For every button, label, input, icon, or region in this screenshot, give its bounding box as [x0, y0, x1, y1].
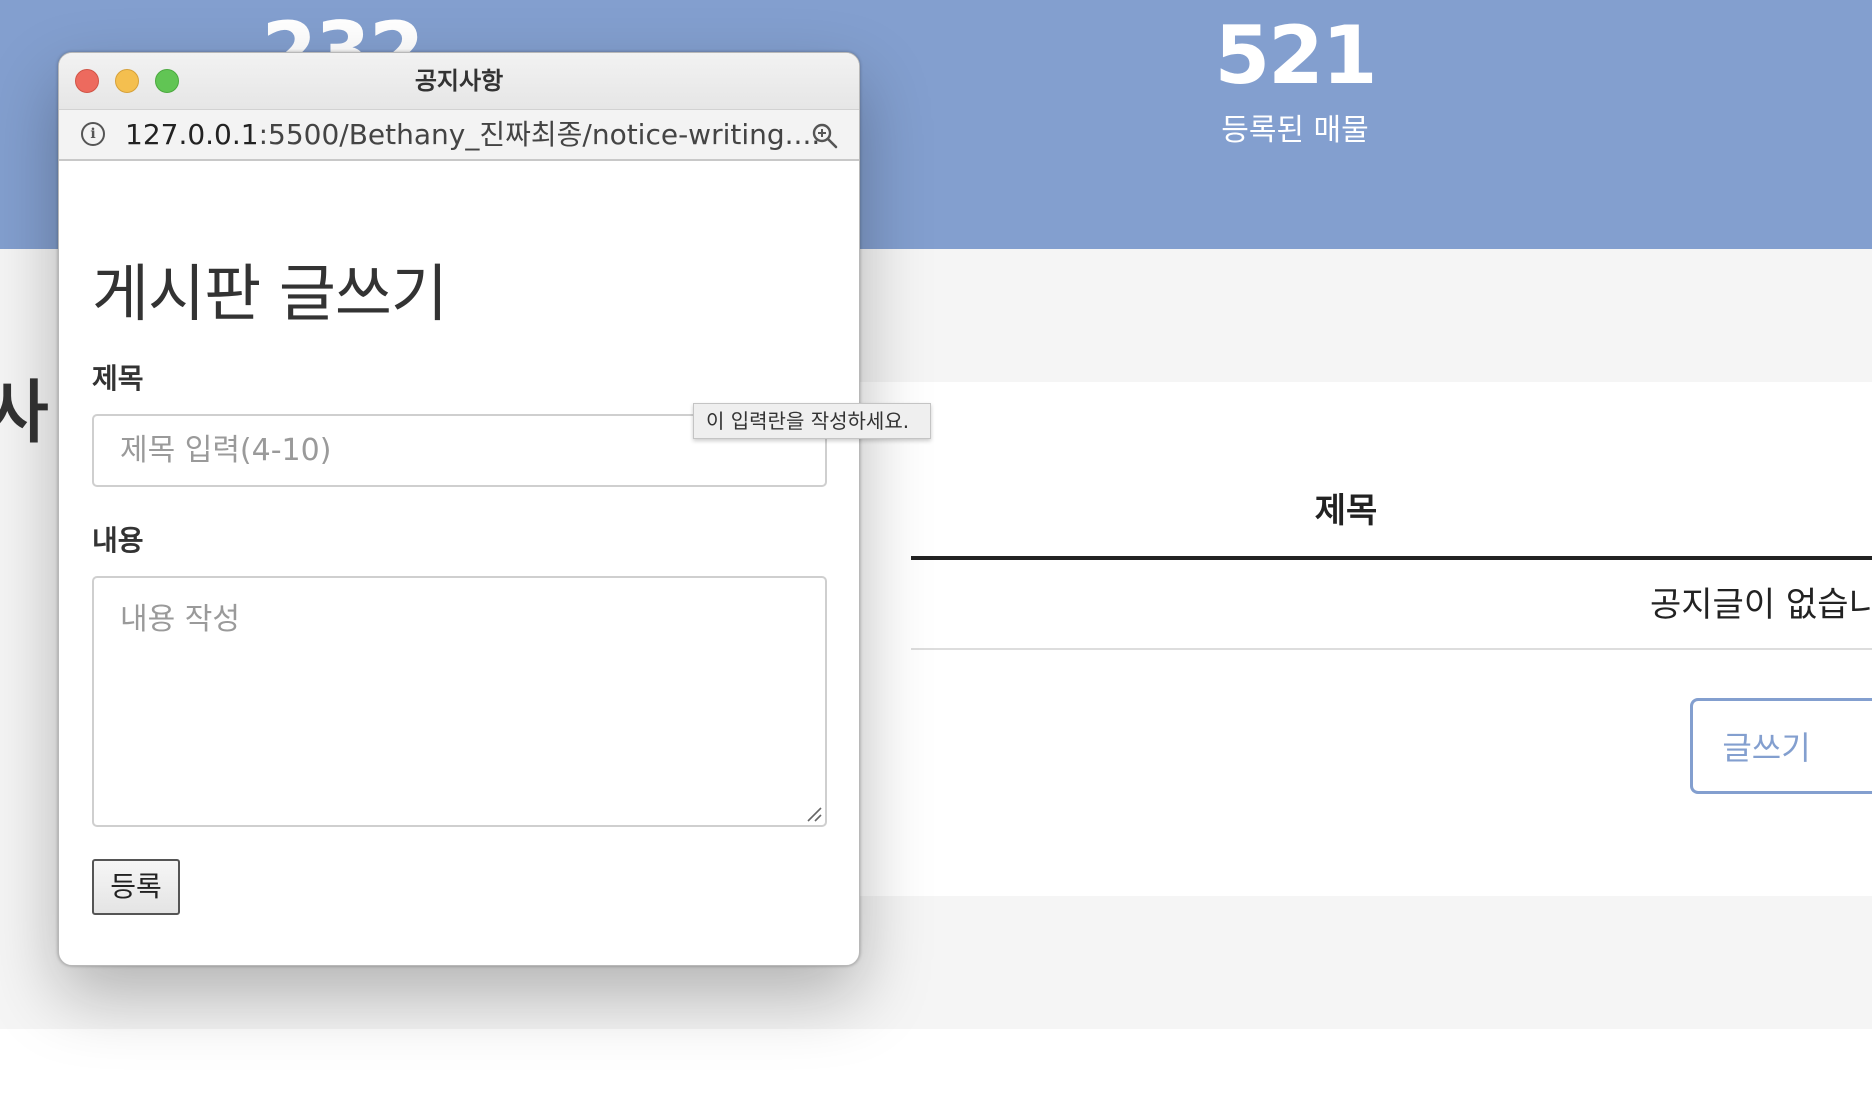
notice-form: 게시판 글쓰기 제목 내용 등록 — [59, 165, 859, 965]
url-path: :5500/Bethany_진짜최종/notice-writing.... — [258, 118, 821, 151]
write-post-button[interactable]: 글쓰기 — [1690, 698, 1872, 794]
zoom-in-icon[interactable] — [811, 122, 839, 150]
content-textarea[interactable] — [92, 576, 827, 827]
stat-label-listings: 등록된 매물 — [1221, 113, 1369, 148]
url-host: 127.0.0.1 — [125, 118, 259, 151]
empty-notice-message: 공지글이 없습니다 — [1650, 585, 1872, 625]
table-header-title: 제목 — [1314, 491, 1378, 531]
window-titlebar[interactable]: 공지사항 — [59, 53, 859, 109]
table-header-divider — [911, 556, 1872, 560]
window-title: 공지사항 — [414, 67, 504, 95]
validation-tooltip: 이 입력란을 작성하세요. — [693, 403, 931, 439]
notice-board-card — [858, 382, 1872, 896]
table-row-divider — [911, 648, 1872, 650]
popup-window: 공지사항 i 127.0.0.1:5500/Bethany_진짜최종/notic… — [58, 52, 860, 966]
submit-button[interactable]: 등록 — [92, 859, 180, 915]
title-label: 제목 — [92, 362, 144, 395]
resize-grip-icon[interactable] — [805, 805, 823, 823]
url-text[interactable]: 127.0.0.1:5500/Bethany_진짜최종/notice-writi… — [125, 110, 820, 160]
info-icon[interactable]: i — [81, 122, 105, 146]
content-label: 내용 — [92, 524, 144, 557]
form-heading: 게시판 글쓰기 — [92, 257, 448, 330]
address-bar[interactable]: i 127.0.0.1:5500/Bethany_진짜최종/notice-wri… — [59, 109, 859, 161]
stat-number-listings: 521 — [1214, 9, 1378, 102]
section-heading: 사 — [0, 374, 49, 453]
